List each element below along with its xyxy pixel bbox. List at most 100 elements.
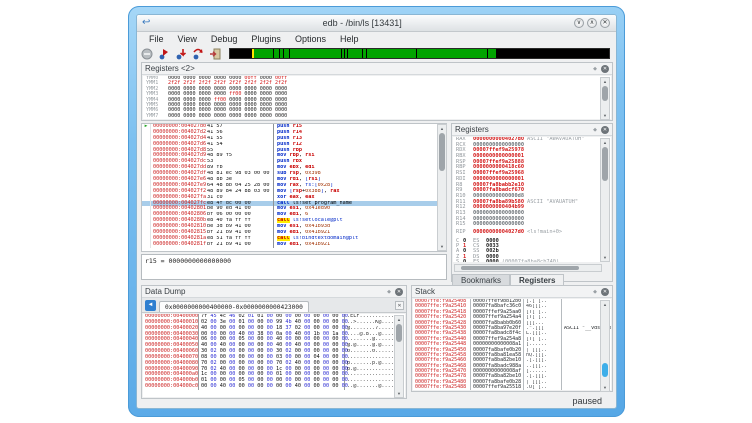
membar-tick <box>366 49 367 58</box>
membar-tick <box>344 49 345 58</box>
stack-header[interactable]: Stack ◆ ✕ <box>412 286 612 298</box>
flag-name: S <box>456 260 463 262</box>
stack-row[interactable]: 00007ffe:f9a2548800007ffef9a25518.U[ [.. <box>413 385 611 390</box>
stack-dock: Stack ◆ ✕ 00007ffe:f9a2540800007ffef9bb1… <box>411 285 613 392</box>
hex-dump-view[interactable]: 00000000:004000007f 45 4c 46 02 01 01 00… <box>143 314 405 397</box>
register-value-group: 0000 <box>214 113 226 119</box>
membar-tick <box>362 49 363 58</box>
step-out-button[interactable] <box>209 48 222 60</box>
registers-header[interactable]: Registers ◆ ✕ <box>452 124 612 136</box>
segment-value: 0000 <box>486 259 499 262</box>
registers2-header[interactable]: Registers <2> ◆ ✕ <box>142 63 612 75</box>
menu-help[interactable]: Help <box>334 33 365 45</box>
float-icon[interactable]: ◆ <box>593 66 597 72</box>
maximize-button[interactable]: ∧ <box>587 18 597 28</box>
stack-scrollbar[interactable]: ▲ ▼ <box>600 300 610 392</box>
float-icon[interactable]: ◆ <box>593 289 597 295</box>
register-value-group: 0000 <box>229 113 241 119</box>
register-value-group: 0000 <box>275 113 287 119</box>
register-value-group: 0000 <box>199 113 211 119</box>
register-annotation: ASCII "AWAVAUATUH" <box>527 137 584 142</box>
disasm-row[interactable]: 00000000:0040281fbf 21 b9 41 00mov edi, … <box>142 242 446 248</box>
dump-region-tab[interactable]: 0x0000000000400000-0x0000000000423000 <box>159 301 309 312</box>
membar-tick <box>279 49 280 58</box>
registers-hscrollbar[interactable] <box>454 264 602 272</box>
flag-row[interactable]: S0FS0000(00007fa8ba8cb740) <box>453 260 611 262</box>
membar-tick <box>283 49 284 58</box>
titlebar[interactable]: ↩ edb - /bin/ls [13431] ∨ ∧ ✕ <box>137 15 616 32</box>
new-dump-tab-button[interactable]: ◄ <box>145 300 156 311</box>
segment-annotation: (00007fa8ba8cb740) <box>502 259 559 262</box>
register-name: YMM7 <box>146 114 168 119</box>
status-bar: paused <box>137 394 616 407</box>
membar-tick <box>289 49 290 58</box>
desktop: ↩ edb - /bin/ls [13431] ∨ ∧ ✕ FileViewDe… <box>0 0 752 423</box>
register-value-group: 0000 <box>168 113 180 119</box>
disassembly-scrollbar[interactable]: ▲ ▼ <box>437 124 447 251</box>
step-over-button[interactable] <box>192 48 205 60</box>
ymm-register-list: YMM00000000000000000000000ff000000ffYMM1… <box>143 76 611 119</box>
step-into-button[interactable] <box>175 48 188 60</box>
data-dump-dock: Data Dump ◆ ✕ ◄ 0x0000000000400000-0x000… <box>141 285 407 399</box>
menu-bar: FileViewDebugPluginsOptionsHelp <box>137 32 616 46</box>
stack-view[interactable]: 00007ffe:f9a2540800007ffef9bb12b0[.[ [..… <box>413 299 611 390</box>
data-dump-header[interactable]: Data Dump ◆ ✕ <box>142 286 406 298</box>
registers-scrollbar[interactable]: ▲ ▼ <box>600 138 610 262</box>
dump-scrollbar[interactable]: ▲ ▼ <box>394 315 404 398</box>
dump-address: 00000000:004000c0 <box>143 384 198 390</box>
disassembly-view[interactable]: ▶00000000:004027d041 57push r1500000000:… <box>141 123 447 252</box>
ymm-register-row[interactable]: YMM700000000000000000000000000000000 <box>143 114 611 119</box>
edb-window: ↩ edb - /bin/ls [13431] ∨ ∧ ✕ FileViewDe… <box>136 14 617 409</box>
instruction-text: mov edi, 0x41b921 <box>273 242 446 248</box>
dump-tab-close-icon[interactable]: ✕ <box>395 301 404 310</box>
register-annotation: ASCII "AVAUATUH" <box>527 199 578 205</box>
run-button[interactable] <box>158 48 171 60</box>
register-name: R15 <box>456 222 473 228</box>
register-row[interactable]: RIP00000000004027d0<ls!main+0> <box>453 230 611 236</box>
instruction-bytes: bf 21 b9 41 00 <box>207 242 273 248</box>
close-button[interactable]: ✕ <box>600 18 610 28</box>
menu-debug[interactable]: Debug <box>205 33 244 45</box>
window-title: edb - /bin/ls [13431] <box>150 18 574 28</box>
dock-close-icon[interactable]: ✕ <box>601 126 609 134</box>
registers2-dock: Registers <2> ◆ ✕ YMM0000000000000000000… <box>141 62 613 121</box>
stack-ascii: .U[ [.. <box>523 385 561 390</box>
dock-close-icon[interactable]: ✕ <box>601 65 609 73</box>
app-icon: ↩ <box>142 18 150 28</box>
membar-tick <box>341 49 342 58</box>
menu-file[interactable]: File <box>143 33 170 45</box>
registers2-title: Registers <2> <box>145 64 593 73</box>
membar-tick <box>487 49 488 58</box>
stack-value: 00007ffef9a25518 <box>470 385 523 390</box>
float-icon[interactable]: ◆ <box>593 127 597 133</box>
operand-info-box: r15 = 0000000000000000 <box>141 254 447 280</box>
hex-dump-row[interactable]: 00000000:004000c000 00 40 00 00 00 00 00… <box>143 384 405 390</box>
gutter <box>142 242 151 248</box>
pause-button[interactable] <box>141 48 154 60</box>
register-row[interactable]: R150000000000000000 <box>453 222 611 228</box>
registers2-scrollbar[interactable]: ▲ ▼ <box>600 77 610 120</box>
menu-options[interactable]: Options <box>289 33 332 45</box>
dock-close-icon[interactable]: ✕ <box>601 288 609 296</box>
minimize-button[interactable]: ∨ <box>574 18 584 28</box>
flags-section: C0ES0000P1CS0033A0SS002bZ1DS0000S0FS0000… <box>453 239 611 262</box>
dock-close-icon[interactable]: ✕ <box>395 288 403 296</box>
registers-dock: Registers ◆ ✕ RAX00000000004027d0ASCII "… <box>451 123 613 282</box>
dump-bytes: 00 00 40 00 00 00 00 00 00 00 40 00 00 0… <box>198 384 345 390</box>
float-icon[interactable]: ◆ <box>387 289 391 295</box>
register-list: RAX00000000004027d0ASCII "AWAVAUATUH"RCX… <box>453 137 611 262</box>
registers-title: Registers <box>455 125 593 134</box>
memory-map-bar[interactable] <box>229 48 610 59</box>
dump-tab-bar: ◄ 0x0000000000400000-0x0000000000423000 … <box>142 298 406 313</box>
register-name: RIP <box>456 230 473 236</box>
register-value-group: 0000 <box>183 113 195 119</box>
membar-tick <box>347 49 348 58</box>
menu-view[interactable]: View <box>172 33 203 45</box>
toolbar <box>137 46 616 61</box>
menu-plugins[interactable]: Plugins <box>245 33 287 45</box>
membar-marker <box>252 49 254 58</box>
stack-title: Stack <box>415 287 593 296</box>
register-annotation: <ls!main+0> <box>527 229 562 235</box>
register-value-group: 0000 <box>244 113 256 119</box>
membar-tick <box>273 49 274 58</box>
